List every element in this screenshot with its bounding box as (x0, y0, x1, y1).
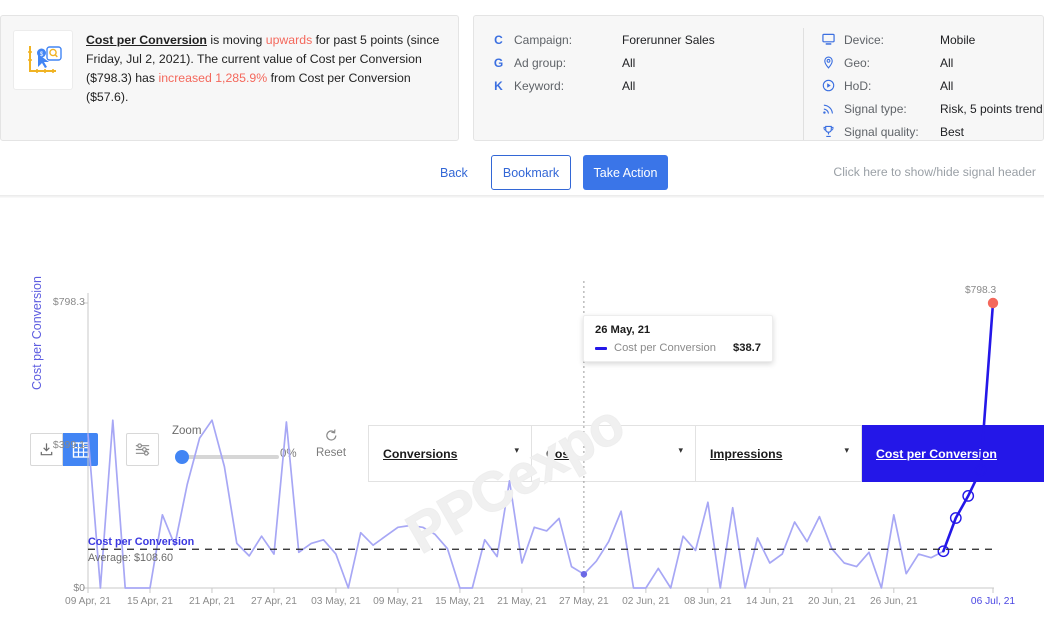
x-axis-tick: 08 Jun, 21 (684, 596, 732, 607)
attribute-value-hod: All (940, 78, 954, 93)
x-axis-tick: 27 May, 21 (559, 596, 609, 607)
x-axis-tick: 15 Apr, 21 (127, 596, 173, 607)
attribute-label-geo: Geo: (844, 55, 871, 70)
x-axis-tick: 27 Apr, 21 (251, 596, 297, 607)
y-axis-tick-max: $798.3 (52, 296, 85, 308)
attribute-row-campaign: C Campaign: Forerunner Sales (490, 28, 803, 51)
attribute-row-ad-group: G Ad group: All (490, 51, 803, 74)
x-axis-tick: 20 Jun, 21 (808, 596, 856, 607)
average-line-label: Cost per Conversion (88, 536, 195, 548)
attributes-column-left: C Campaign: Forerunner Sales G Ad group:… (474, 28, 804, 140)
line-chart-plot (83, 281, 999, 593)
signal-panels: $ Cost per Conversion is moving upwards … (0, 15, 1044, 141)
peak-value-label: $798.3 (965, 285, 997, 296)
take-action-button[interactable]: Take Action (583, 155, 668, 190)
x-axis-tick: 03 May, 21 (311, 596, 361, 607)
signal-waves-icon (820, 102, 837, 115)
attribute-row-hod: HoD: All (820, 74, 1043, 97)
back-button[interactable]: Back (440, 166, 468, 180)
clock-icon (820, 79, 837, 92)
average-line-value: Average: $108.60 (88, 552, 174, 564)
tooltip-series-row: Cost per Conversion $38.7 (595, 342, 761, 354)
signal-change-value: increased 1,285.9% (158, 71, 268, 85)
device-icon (820, 33, 837, 46)
signal-attributes-panel: C Campaign: Forerunner Sales G Ad group:… (473, 15, 1044, 141)
attribute-label-signal-type: Signal type: (844, 101, 907, 116)
x-axis-tick: 09 Apr, 21 (65, 596, 111, 607)
attribute-value-keyword: All (622, 78, 636, 93)
x-axis-tick: 09 May, 21 (373, 596, 423, 607)
x-axis-tick: 06 Jul, 21 (970, 596, 1016, 607)
attribute-row-keyword: K Keyword: All (490, 74, 803, 97)
geo-pin-icon (820, 56, 837, 69)
attribute-value-geo: All (940, 55, 954, 70)
x-axis-tick: 26 Jun, 21 (870, 596, 918, 607)
attribute-label-keyword: Keyword: (514, 78, 565, 93)
signal-summary-panel: $ Cost per Conversion is moving upwards … (0, 15, 459, 141)
tooltip-series-value: $38.7 (733, 342, 761, 354)
chart-toolbar: Zoom 0% Reset Conversions ▾ Cost ▾ Impre… (0, 200, 1044, 482)
chart-tooltip: 26 May, 21 Cost per Conversion $38.7 (583, 315, 773, 362)
attributes-column-right: Device: Mobile Geo: All HoD: All Signal … (804, 28, 1043, 140)
toggle-signal-header-hint[interactable]: Click here to show/hide signal header (833, 165, 1036, 179)
attribute-row-signal-type: Signal type: Risk, 5 points trend (820, 97, 1043, 120)
attribute-row-signal-quality: Signal quality: Best (820, 120, 1043, 143)
x-axis-tick: 21 May, 21 (497, 596, 547, 607)
attribute-label-device: Device: (844, 32, 885, 47)
tooltip-series-name: Cost per Conversion (614, 342, 716, 354)
attribute-label-hod: HoD: (844, 78, 872, 93)
attribute-label-signal-quality: Signal quality: (844, 124, 919, 139)
ad-group-icon: G (493, 55, 504, 70)
bookmark-button[interactable]: Bookmark (491, 155, 571, 190)
campaign-icon: C (494, 32, 503, 47)
y-axis-tick-min: $0 (73, 582, 85, 594)
cost-per-conversion-signal-icon: $ (13, 30, 73, 90)
attribute-value-ad-group: All (622, 55, 636, 70)
series-color-swatch (595, 346, 607, 350)
x-axis-tick: 21 Apr, 21 (189, 596, 235, 607)
attribute-value-signal-quality: Best (940, 124, 965, 139)
y-axis-tick-mid: $399.1 (52, 439, 85, 451)
signal-text-mid1: is moving (206, 33, 266, 47)
attribute-value-device: Mobile (940, 32, 976, 47)
signal-summary-text: Cost per Conversion is moving upwards fo… (86, 30, 446, 107)
attribute-row-geo: Geo: All (820, 51, 1043, 74)
attribute-value-signal-type: Risk, 5 points trend (940, 101, 1043, 116)
x-axis-tick: 14 Jun, 21 (746, 596, 794, 607)
x-axis-tick: 02 Jun, 21 (622, 596, 670, 607)
tooltip-date: 26 May, 21 (595, 324, 651, 336)
attribute-row-device: Device: Mobile (820, 28, 1043, 51)
attribute-value-campaign: Forerunner Sales (622, 32, 715, 47)
attribute-label-campaign: Campaign: (514, 32, 573, 47)
header-divider (0, 195, 1044, 198)
signal-direction: upwards (265, 33, 313, 47)
attribute-label-ad-group: Ad group: (514, 55, 567, 70)
trophy-icon (820, 125, 837, 138)
signal-header: $ Cost per Conversion is moving upwards … (0, 0, 1044, 198)
chart-container: PPCexpo (0, 281, 1044, 625)
x-axis-tick: 15 May, 21 (435, 596, 485, 607)
keyword-icon: K (494, 78, 503, 93)
signal-metric-name: Cost per Conversion (86, 33, 207, 47)
